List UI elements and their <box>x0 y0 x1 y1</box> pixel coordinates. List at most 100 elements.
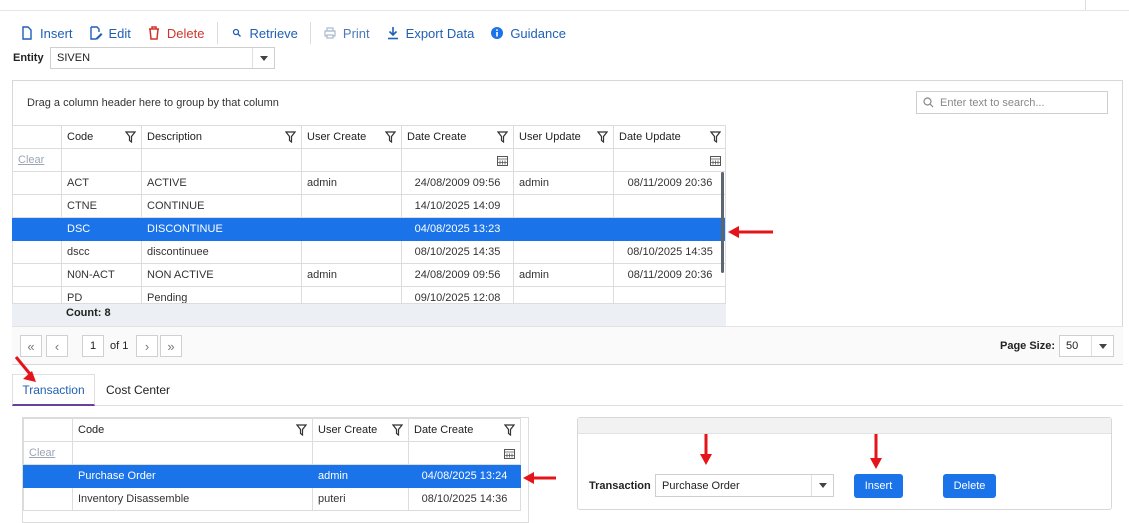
filter-cell-code[interactable] <box>72 441 313 465</box>
page-size-value: 50 <box>1066 340 1079 352</box>
transaction-select[interactable]: Purchase Order <box>655 474 834 497</box>
clear-filter-link[interactable]: Clear <box>18 154 44 166</box>
filter-icon[interactable] <box>597 131 608 143</box>
column-header-date-update[interactable]: Date Update <box>613 125 725 149</box>
cell-code: N0N-ACT <box>61 263 142 287</box>
table-row[interactable]: Purchase Order admin 04/08/2025 13:24 <box>23 464 521 488</box>
delete-button[interactable]: Delete <box>139 22 213 44</box>
calendar-icon[interactable] <box>504 448 515 459</box>
edit-button[interactable]: Edit <box>81 22 139 44</box>
page-size-select[interactable]: 50 <box>1059 335 1114 357</box>
next-page-button[interactable]: › <box>136 335 158 357</box>
last-page-button[interactable]: » <box>160 335 182 357</box>
filter-cell-user-create[interactable] <box>301 148 402 172</box>
vertical-scrollbar[interactable] <box>721 172 724 273</box>
trash-icon <box>148 26 159 40</box>
cell-user-update <box>513 217 614 241</box>
insert-transaction-button[interactable]: Insert <box>854 474 903 498</box>
cell-code: ACT <box>61 171 142 195</box>
prev-page-button[interactable]: ‹ <box>46 335 68 357</box>
filter-icon[interactable] <box>392 424 403 436</box>
calendar-icon[interactable] <box>710 155 721 166</box>
filter-cell-user-update[interactable] <box>513 148 614 172</box>
column-header-code[interactable]: Code <box>61 125 142 149</box>
first-page-button[interactable]: « <box>20 335 42 357</box>
chevron-down-icon[interactable] <box>1091 336 1113 356</box>
download-icon <box>387 27 398 40</box>
retrieve-button[interactable]: Retrieve <box>222 22 306 44</box>
column-header-date-create[interactable]: Date Create <box>401 125 514 149</box>
search-input[interactable]: Enter text to search... <box>916 91 1108 114</box>
export-data-button[interactable]: Export Data <box>378 22 483 44</box>
row-indicator-cell <box>12 217 62 241</box>
row-indicator-cell <box>12 263 62 287</box>
cell-user-create: admin <box>301 171 402 195</box>
column-header-user-update[interactable]: User Update <box>513 125 614 149</box>
filter-row: Clear <box>12 148 725 172</box>
column-header-user-create[interactable]: User Create <box>312 418 409 442</box>
chevron-left-icon: ‹ <box>54 338 60 354</box>
chevron-down-icon[interactable] <box>811 475 833 496</box>
table-row[interactable]: ACT ACTIVE admin 24/08/2009 09:56 admin 08/11… <box>12 171 725 195</box>
cell-code: CTNE <box>61 194 142 218</box>
filter-cell-date-update[interactable] <box>613 148 725 172</box>
cell-description: NON ACTIVE <box>141 263 302 287</box>
filter-icon[interactable] <box>504 424 515 436</box>
cell-code: dscc <box>61 240 142 264</box>
cell-date-create: 24/08/2009 09:56 <box>401 171 514 195</box>
printer-icon <box>324 27 336 39</box>
page-size-label: Page Size: <box>1000 340 1056 352</box>
filter-cell-user-create[interactable] <box>312 441 409 465</box>
cell-user-update <box>513 240 614 264</box>
column-header-user-create[interactable]: User Create <box>301 125 402 149</box>
chevron-down-icon[interactable] <box>252 48 274 68</box>
column-header-code[interactable]: Code <box>72 418 313 442</box>
filter-icon[interactable] <box>285 131 296 143</box>
guidance-button[interactable]: Guidance <box>482 22 574 44</box>
filter-cell-description[interactable] <box>141 148 302 172</box>
delete-label: Delete <box>166 25 205 41</box>
filter-cell-code[interactable] <box>61 148 142 172</box>
table-row[interactable]: DSC DISCONTINUE 04/08/2025 13:23 <box>12 217 725 241</box>
page-number-input[interactable]: 1 <box>82 335 104 357</box>
toolbar: Insert Edit Delete Retrieve Print Export… <box>12 22 574 44</box>
filter-icon[interactable] <box>296 424 307 436</box>
delete-transaction-button[interactable]: Delete <box>943 474 996 498</box>
print-button[interactable]: Print <box>315 22 378 44</box>
filter-icon[interactable] <box>497 131 508 143</box>
insert-button[interactable]: Insert <box>12 22 81 44</box>
entity-select[interactable]: SIVEN <box>50 47 275 69</box>
chevron-right-icon: › <box>144 338 150 354</box>
cell-description: ACTIVE <box>141 171 302 195</box>
filter-icon[interactable] <box>385 131 396 143</box>
filter-icon[interactable] <box>710 131 721 143</box>
transaction-grid: Code User Create Date Create Clear Purch… <box>22 417 529 523</box>
cell-description: discontinuee <box>141 240 302 264</box>
table-row[interactable]: Inventory Disassemble puteri 08/10/2025 14… <box>23 487 521 511</box>
transaction-label: Transaction <box>589 480 651 492</box>
summary-footer <box>12 303 726 326</box>
table-row[interactable]: dscc discontinuee 08/10/2025 14:35 08/10/20… <box>12 240 725 264</box>
calendar-icon[interactable] <box>497 155 508 166</box>
table-row[interactable]: N0N-ACT NON ACTIVE admin 24/08/2009 09:56 ad… <box>12 263 725 287</box>
table-row[interactable]: CTNE CONTINUE 14/10/2025 14:09 <box>12 194 725 218</box>
toolbar-separator <box>216 22 218 44</box>
filter-cell-date-create[interactable] <box>408 441 521 465</box>
group-panel-hint: Drag a column header here to group by th… <box>27 97 279 109</box>
info-icon <box>491 27 504 39</box>
column-header-date-create[interactable]: Date Create <box>408 418 521 442</box>
cell-date-update <box>613 194 725 218</box>
search-placeholder: Enter text to search... <box>940 96 1045 109</box>
row-indicator-cell <box>12 240 62 264</box>
column-header-description[interactable]: Description <box>141 125 302 149</box>
tab-cost-center[interactable]: Cost Center <box>96 374 180 406</box>
cell-date-create: 14/10/2025 14:09 <box>401 194 514 218</box>
search-icon <box>232 28 241 37</box>
filter-cell-date-create[interactable] <box>401 148 514 172</box>
filter-icon[interactable] <box>125 131 136 143</box>
cell-date-create: 08/10/2025 14:35 <box>401 240 514 264</box>
indicator-header <box>23 418 73 442</box>
clear-filter-link[interactable]: Clear <box>29 447 55 459</box>
cell-user-create <box>301 194 402 218</box>
new-document-icon <box>22 26 32 40</box>
